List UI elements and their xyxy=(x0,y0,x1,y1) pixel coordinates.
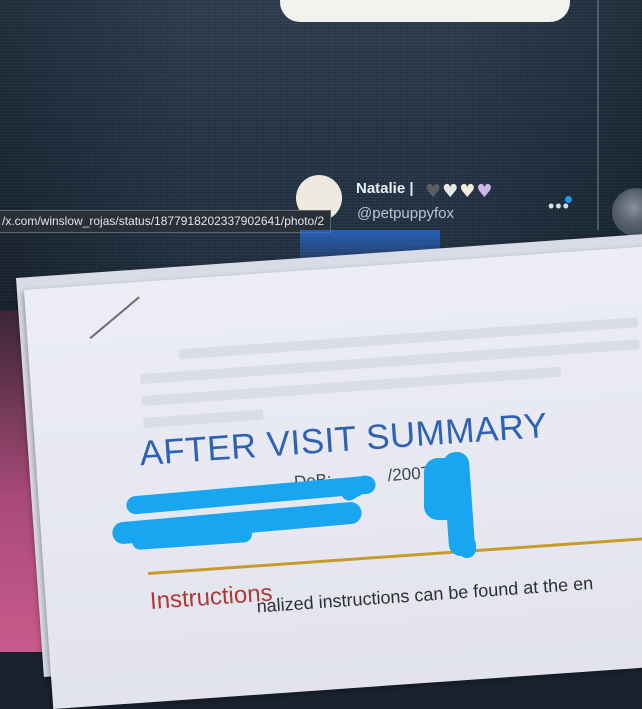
display-name[interactable]: Natalie | xyxy=(356,180,414,197)
instructions-text: nalized instructions can be found at the… xyxy=(255,573,594,617)
post-card-edge xyxy=(280,0,570,22)
heart-icon: ♥ xyxy=(459,181,476,202)
after-visit-paper: AFTER VISIT SUMMARY DoB:/2007 Instructio… xyxy=(24,243,642,709)
heart-icon: ♥ xyxy=(425,181,442,202)
staple xyxy=(89,296,140,340)
heart-icon: ♥ xyxy=(476,181,493,202)
status-url-bar: /x.com/winslow_rojas/status/187791820233… xyxy=(0,210,332,233)
heart-emojis: ♥ ♥ ♥ ♥ xyxy=(425,183,493,201)
redaction-mark xyxy=(458,536,476,558)
notification-dot xyxy=(565,196,572,203)
section-heading: Instructions xyxy=(149,579,274,615)
show-through-text xyxy=(143,409,264,428)
panel-divider xyxy=(597,0,599,230)
user-handle[interactable]: @petpuppyfox xyxy=(357,205,454,222)
heart-icon: ♥ xyxy=(442,181,459,202)
